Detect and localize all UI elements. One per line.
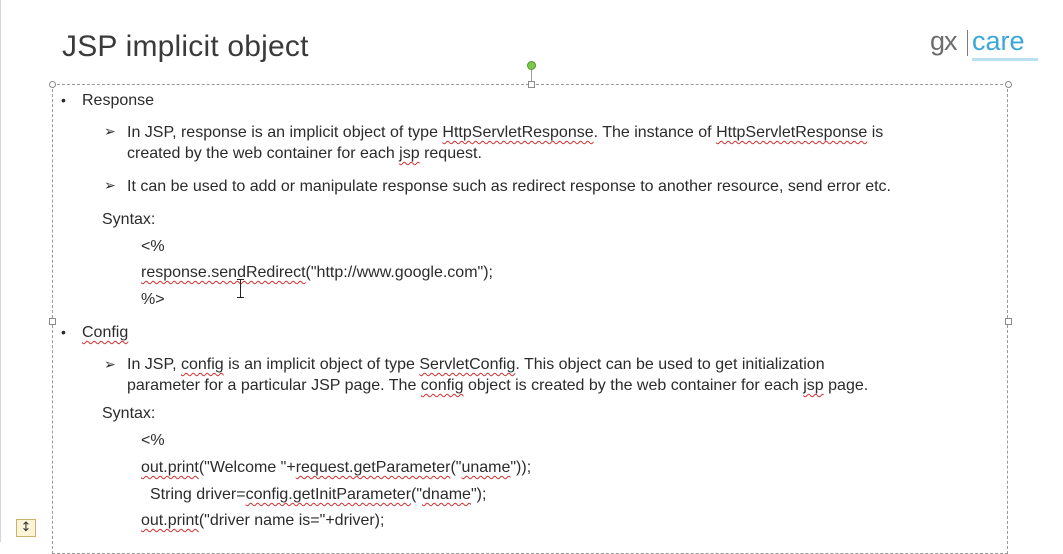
slide-title[interactable]: JSP implicit object xyxy=(62,30,309,64)
text-cursor-icon xyxy=(236,279,246,299)
config-point1-line2[interactable]: parameter for a particular JSP page. The… xyxy=(127,376,868,396)
slide-canvas[interactable]: JSP implicit object gx care • Response ➢… xyxy=(0,0,1063,554)
resize-handle-middle-left[interactable] xyxy=(49,318,56,325)
bullet-dot: • xyxy=(61,324,66,340)
response-code-open[interactable]: <% xyxy=(141,237,165,257)
autofit-options-icon[interactable]: ↕ xyxy=(16,519,36,537)
config-code-open[interactable]: <% xyxy=(141,431,165,451)
config-point1-line1[interactable]: In JSP, config is an implicit object of … xyxy=(127,355,825,375)
logo-care-text: care xyxy=(972,26,1025,56)
slide-left-edge xyxy=(0,0,1,542)
config-code-line2[interactable]: String driver=config.getInitParameter("d… xyxy=(150,485,486,505)
config-code-line3[interactable]: out.print("driver name is="+driver); xyxy=(141,511,384,531)
gxcare-logo: gx care xyxy=(928,24,1048,72)
logo-gx-text: gx xyxy=(930,26,958,56)
arrow-bullet-icon: ➢ xyxy=(104,356,116,372)
config-syntax-label[interactable]: Syntax: xyxy=(102,404,155,424)
resize-handle-top-middle[interactable] xyxy=(528,81,535,88)
resize-handle-top-right[interactable] xyxy=(1005,81,1012,88)
response-heading[interactable]: Response xyxy=(82,91,154,111)
logo-divider xyxy=(967,30,968,56)
response-syntax-label[interactable]: Syntax: xyxy=(102,210,155,230)
response-point1-line2[interactable]: created by the web container for each js… xyxy=(127,144,482,164)
resize-handle-top-left[interactable] xyxy=(49,81,56,88)
logo-underline xyxy=(972,58,1038,61)
config-heading[interactable]: Config xyxy=(82,323,128,343)
rotate-handle[interactable] xyxy=(527,61,536,70)
response-point1-line1[interactable]: In JSP, response is an implicit object o… xyxy=(127,123,883,143)
response-point2[interactable]: It can be used to add or manipulate resp… xyxy=(127,177,891,197)
response-code-close[interactable]: %> xyxy=(141,290,165,310)
resize-handle-middle-right[interactable] xyxy=(1005,318,1012,325)
bullet-dot: • xyxy=(61,92,66,108)
response-code-line[interactable]: response.sendRedirect("http://www.google… xyxy=(141,263,493,283)
arrow-bullet-icon: ➢ xyxy=(104,177,116,193)
arrow-bullet-icon: ➢ xyxy=(104,123,116,139)
config-code-line1[interactable]: out.print("Welcome "+request.getParamete… xyxy=(141,458,531,478)
